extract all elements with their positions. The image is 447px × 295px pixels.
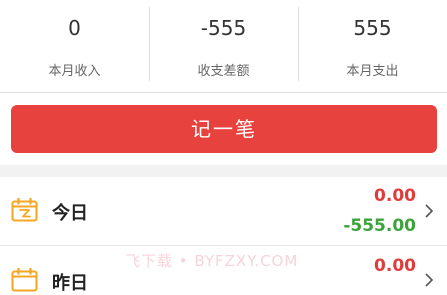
monthly-summary: 0 本月收入 -555 收支差额 555 本月支出 bbox=[0, 0, 447, 91]
day-label-today: 今日 bbox=[52, 203, 88, 224]
today-income: 0.00 bbox=[374, 186, 416, 206]
calendar-icon bbox=[11, 198, 38, 222]
chevron-right-icon bbox=[425, 273, 434, 287]
monthly-income-stat: 0 本月收入 bbox=[0, 0, 149, 91]
chevron-right-icon bbox=[425, 204, 434, 218]
monthly-expense-stat: 555 本月支出 bbox=[298, 0, 447, 91]
monthly-expense-value: 555 bbox=[353, 16, 392, 40]
calendar-icon bbox=[11, 268, 38, 292]
monthly-income-value: 0 bbox=[68, 16, 81, 40]
record-entry-button[interactable]: 记一笔 bbox=[11, 105, 437, 153]
day-label-yesterday: 昨日 bbox=[52, 273, 88, 294]
monthly-expense-label: 本月支出 bbox=[346, 64, 399, 79]
section-gap bbox=[0, 165, 447, 177]
balance-value: -555 bbox=[200, 16, 247, 40]
day-row-today[interactable]: 今日 0.00 -555.00 bbox=[0, 177, 447, 246]
today-expense: -555.00 bbox=[343, 216, 416, 236]
watermark: 飞下载 • BYFZXY.COM bbox=[125, 252, 299, 270]
yesterday-income: 0.00 bbox=[374, 256, 416, 276]
balance-stat: -555 收支差额 bbox=[149, 0, 298, 91]
monthly-income-label: 本月收入 bbox=[48, 64, 101, 79]
balance-label: 收支差额 bbox=[197, 64, 250, 79]
summary-divider bbox=[0, 92, 447, 93]
